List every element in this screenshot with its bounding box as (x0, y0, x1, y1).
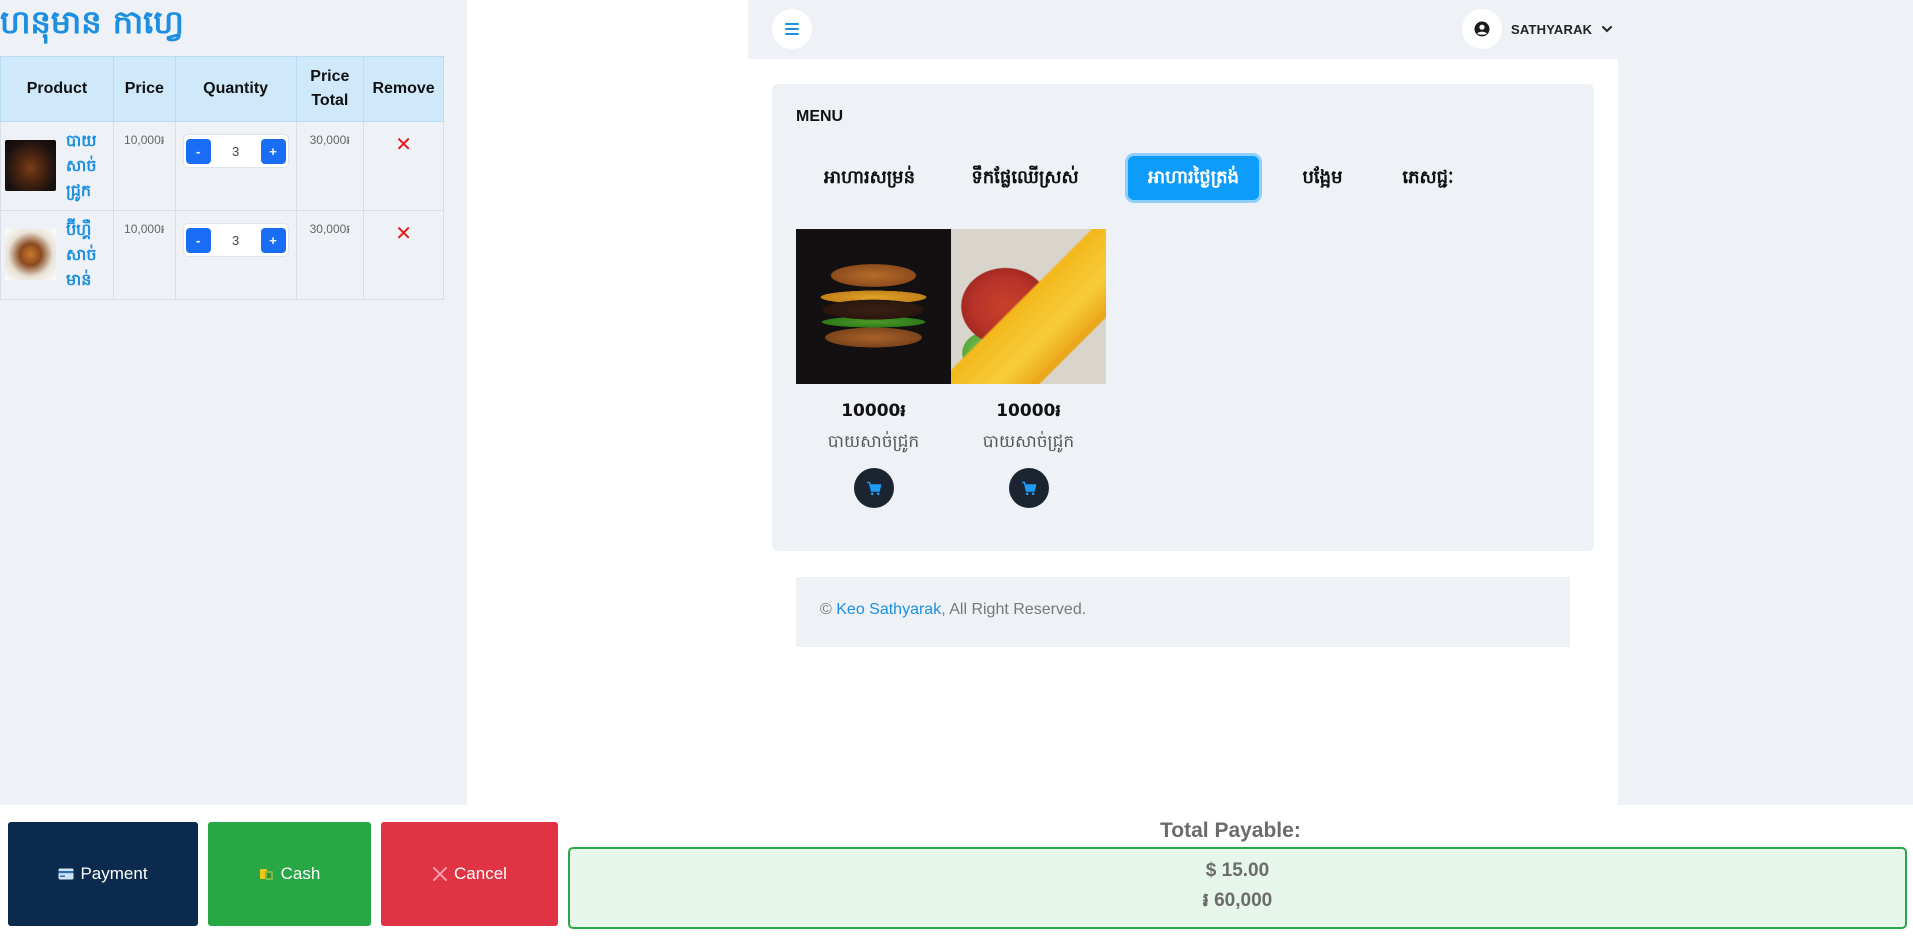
cart-remove-cell: ✕ (363, 210, 444, 300)
product-thumbnail (5, 140, 56, 191)
credit-card-icon (58, 868, 74, 880)
cart-icon (866, 481, 881, 495)
cart-icon (1021, 481, 1036, 495)
user-menu[interactable]: SATHYARAK (1462, 9, 1613, 49)
header-remove: Remove (363, 56, 444, 122)
cart-product-cell: បាយសាច់ជ្រូក (0, 121, 114, 211)
total-khr: ៛ 60,000 (1202, 890, 1273, 911)
author-link[interactable]: Keo Sathyarak (836, 601, 941, 618)
decrease-quantity-button[interactable]: - (185, 138, 211, 164)
copyright-symbol: © (820, 601, 832, 618)
cancel-button[interactable]: Cancel (381, 822, 558, 926)
cart-row: ប៊ីហ្គឺសាច់មាន់ 10,000៛ - 3 + 30,000៛ ✕ (0, 210, 444, 300)
tab-dessert[interactable]: បង្អែម (1277, 156, 1368, 200)
hamburger-icon (785, 23, 799, 35)
remove-icon[interactable]: ✕ (395, 221, 412, 245)
cart-price-total: 30,000៛ (295, 210, 365, 300)
user-name: SATHYARAK (1511, 21, 1593, 37)
tab-fresh-juice[interactable]: ទឹកផ្លែឈើស្រស់ (939, 156, 1111, 200)
cancel-label: Cancel (454, 864, 507, 883)
quantity-stepper: - 3 + (182, 134, 289, 168)
menu-card: MENU អាហារសម្រន់ ទឹកផ្លែឈើស្រស់ អាហារថ្ង… (772, 84, 1594, 551)
right-gutter (1618, 0, 1913, 805)
money-icon (259, 869, 273, 880)
close-icon (433, 867, 448, 881)
total-usd: $ 15.00 (1205, 860, 1270, 881)
chevron-down-icon (1602, 26, 1613, 33)
footer-rights: , All Right Reserved. (941, 601, 1087, 618)
remove-icon[interactable]: ✕ (395, 132, 412, 156)
cart-price: 10,000៛ (112, 121, 176, 211)
tab-drinks[interactable]: ភេសជ្ជៈ (1378, 156, 1478, 200)
cart-panel: ហនុមាន កាហ្វេ Product Price Quantity Pri… (0, 0, 467, 805)
tab-snacks[interactable]: អាហារសម្រន់ (812, 156, 927, 200)
cart-header-row: Product Price Quantity Price Total Remov… (0, 56, 444, 122)
header-product: Product (0, 56, 114, 122)
header-price-total-line1: Price (310, 68, 350, 85)
cash-label: Cash (280, 864, 321, 883)
cart-price-total: 30,000៛ (295, 121, 365, 211)
product-name: បាយសាច់ជ្រូក (982, 432, 1075, 452)
user-circle-icon (1474, 21, 1490, 37)
product-name: បាយសាច់ជ្រូក (827, 432, 920, 452)
cart-quantity-cell: - 3 + (174, 121, 297, 211)
tab-lunch[interactable]: អាហារថ្ងៃត្រង់ (1128, 156, 1259, 200)
cash-button[interactable]: Cash (208, 822, 371, 926)
increase-quantity-button[interactable]: + (260, 138, 286, 164)
avatar (1462, 9, 1502, 49)
product-card: 10000៛ បាយសាច់ជ្រូក (796, 229, 951, 508)
category-tabs: អាហារសម្រន់ ទឹកផ្លែឈើស្រស់ អាហារថ្ងៃត្រង… (812, 156, 1478, 200)
footer: © Keo Sathyarak, All Right Reserved. (796, 577, 1570, 647)
shop-title: ហនុមាន កាហ្វេ (0, 3, 184, 41)
hamburger-menu-button[interactable] (772, 9, 812, 49)
product-image[interactable] (951, 229, 1106, 384)
product-image[interactable] (796, 229, 951, 384)
increase-quantity-button[interactable]: + (260, 227, 286, 253)
payment-button[interactable]: Payment (8, 822, 198, 926)
cart-quantity-cell: - 3 + (174, 210, 297, 300)
header-price: Price (112, 56, 176, 122)
cart-product-name: បាយសាច់ជ្រូក (66, 131, 97, 200)
menu-heading: MENU (796, 108, 844, 125)
product-card: 10000៛ បាយសាច់ជ្រូក (951, 229, 1106, 508)
cart-product-cell: ប៊ីហ្គឺសាច់មាន់ (0, 210, 114, 300)
decrease-quantity-button[interactable]: - (185, 227, 211, 253)
product-price: 10000៛ (996, 401, 1061, 421)
top-bar: SATHYARAK (748, 0, 1618, 59)
product-grid: 10000៛ បាយសាច់ជ្រូក 10000៛ បាយសាច់ជ្រូក (796, 229, 1106, 508)
total-payable-label: Total Payable: (1160, 819, 1301, 842)
product-thumbnail (5, 229, 56, 280)
add-to-cart-button[interactable] (853, 468, 894, 508)
bottom-action-bar: Payment Cash Cancel Total Payable: $ 15.… (0, 805, 1913, 940)
header-price-total-line2: Total (311, 92, 349, 109)
cart-table: Product Price Quantity Price Total Remov… (0, 56, 444, 300)
cart-row: បាយសាច់ជ្រូក 10,000៛ - 3 + 30,000៛ ✕ (0, 121, 444, 211)
header-quantity: Quantity (174, 56, 297, 122)
quantity-stepper: - 3 + (182, 223, 289, 257)
add-to-cart-button[interactable] (1008, 468, 1049, 508)
quantity-value[interactable]: 3 (232, 144, 239, 159)
cart-product-name: ប៊ីហ្គឺសាច់មាន់ (66, 220, 97, 289)
total-payable-box: $ 15.00 ៛ 60,000 (568, 847, 1907, 929)
cart-price: 10,000៛ (112, 210, 176, 300)
cart-remove-cell: ✕ (363, 121, 444, 211)
header-price-total: Price Total (295, 56, 365, 122)
product-price: 10000៛ (841, 401, 906, 421)
payment-label: Payment (80, 864, 148, 883)
quantity-value[interactable]: 3 (232, 233, 239, 248)
